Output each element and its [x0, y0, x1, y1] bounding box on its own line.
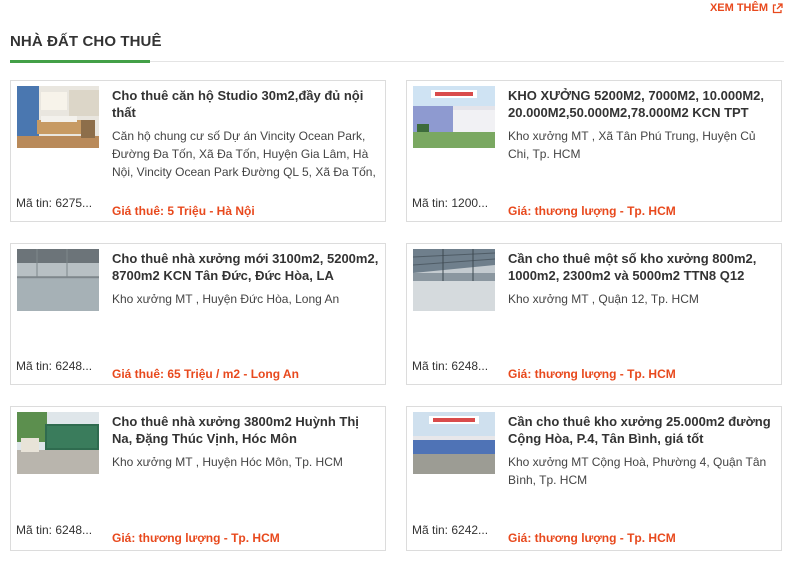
listing-description: Kho xưởng MT Cộng Hoà, Phường 4, Quận Tâ…: [508, 455, 767, 487]
listing-title[interactable]: Cho thuê căn hộ Studio 30m2,đầy đủ nội t…: [112, 87, 380, 121]
listing-card[interactable]: KHO XƯỞNG 5200M2, 7000M2, 10.000M2, 20.0…: [406, 80, 782, 222]
view-more-label: XEM THÊM: [709, 2, 768, 14]
listing-description: Căn hộ chung cư số Dự án Vincity Ocean P…: [112, 129, 376, 179]
listing-card[interactable]: Cần cho thuê một số kho xưởng 800m2, 100…: [406, 243, 782, 385]
listing-card[interactable]: Cho thuê căn hộ Studio 30m2,đầy đủ nội t…: [10, 80, 386, 222]
listing-thumbnail[interactable]: [413, 86, 495, 148]
listing-thumbnail[interactable]: [17, 249, 99, 311]
listing-title[interactable]: Cần cho thuê kho xưởng 25.000m2 đường Cộ…: [508, 413, 776, 447]
listing-code: Mã tin: 6248...: [16, 523, 93, 537]
listing-title[interactable]: Cho thuê nhà xưởng mới 3100m2, 5200m2, 8…: [112, 250, 380, 284]
listing-price: Giá thuê: 5 Triệu - Hà Nội: [112, 204, 255, 218]
listing-thumbnail[interactable]: [17, 86, 99, 148]
listing-code: Mã tin: 6275...: [16, 196, 93, 210]
external-link-icon: [772, 2, 783, 14]
listing-card[interactable]: Cho thuê nhà xưởng mới 3100m2, 5200m2, 8…: [10, 243, 386, 385]
listing-title[interactable]: Cần cho thuê một số kho xưởng 800m2, 100…: [508, 250, 776, 284]
view-more-link[interactable]: XEM THÊM: [710, 2, 783, 14]
listing-description: Kho xưởng MT , Quận 12, Tp. HCM: [508, 292, 699, 306]
listing-price: Giá: thương lượng - Tp. HCM: [112, 531, 280, 545]
listing-price: Giá: thương lượng - Tp. HCM: [508, 531, 676, 545]
listing-description: Kho xưởng MT , Huyện Đức Hòa, Long An: [112, 292, 340, 306]
top-bar: XEM THÊM: [0, 0, 800, 20]
listing-price: Giá thuê: 65 Triệu / m2 - Long An: [112, 367, 299, 381]
section-title: NHÀ ĐẤT CHO THUÊ: [10, 33, 162, 50]
listing-price: Giá: thương lượng - Tp. HCM: [508, 367, 676, 381]
listing-description: Kho xưởng MT , Xã Tân Phú Trung, Huyện C…: [508, 129, 756, 161]
listing-title[interactable]: KHO XƯỞNG 5200M2, 7000M2, 10.000M2, 20.0…: [508, 87, 776, 121]
listing-thumbnail[interactable]: [17, 412, 99, 474]
listing-code: Mã tin: 6242...: [412, 523, 489, 537]
listing-thumbnail[interactable]: [413, 249, 495, 311]
listing-code: Mã tin: 1200...: [412, 196, 489, 210]
listing-price: Giá: thương lượng - Tp. HCM: [508, 204, 676, 218]
listing-code: Mã tin: 6248...: [16, 359, 93, 373]
listing-card[interactable]: Cần cho thuê kho xưởng 25.000m2 đường Cộ…: [406, 406, 782, 551]
listing-card[interactable]: Cho thuê nhà xưởng 3800m2 Huỳnh Thị Na, …: [10, 406, 386, 551]
listing-code: Mã tin: 6248...: [412, 359, 489, 373]
listing-title[interactable]: Cho thuê nhà xưởng 3800m2 Huỳnh Thị Na, …: [112, 413, 380, 447]
listing-thumbnail[interactable]: [413, 412, 495, 474]
listing-description: Kho xưởng MT , Huyện Hóc Môn, Tp. HCM: [112, 455, 343, 469]
title-accent-bar: [10, 60, 150, 63]
